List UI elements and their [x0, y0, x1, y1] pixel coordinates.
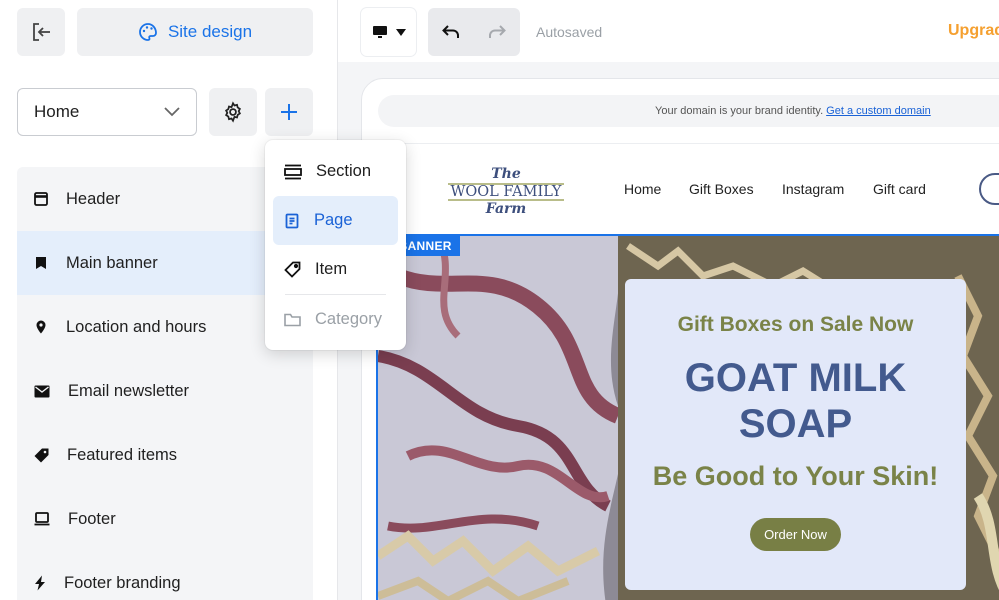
site-design-label: Site design [167, 22, 253, 41]
section-item-label: Footer [68, 509, 116, 528]
laptop-icon [34, 512, 50, 526]
chevron-down-icon [164, 107, 180, 117]
site-preview: Your domain is your brand identity. Get … [361, 78, 999, 600]
site-design-button[interactable]: Site design [77, 8, 313, 56]
caret-down-icon [395, 28, 406, 36]
site-logo[interactable]: The WOOL FAMILY Farm [446, 164, 566, 216]
nav-cart-button[interactable] [979, 173, 999, 205]
section-item-footer-branding[interactable]: Footer branding [17, 551, 313, 600]
section-item-label: Footer branding [64, 573, 181, 592]
palette-icon [139, 23, 157, 41]
order-now-button[interactable]: Order Now [750, 518, 841, 551]
banner-card: Gift Boxes on Sale Now GOAT MILK SOAP Be… [625, 279, 966, 590]
gear-icon [224, 101, 242, 123]
banner-title-line2: SOAP [738, 402, 853, 446]
custom-domain-link[interactable]: Get a custom domain [826, 105, 931, 117]
undo-icon[interactable] [442, 25, 460, 39]
bolt-icon [35, 575, 45, 591]
page-icon [285, 213, 299, 228]
bookmark-icon [36, 257, 46, 269]
section-item-label: Header [66, 189, 121, 208]
svg-text:WOOL FAMILY: WOOL FAMILY [450, 184, 561, 200]
site-header[interactable]: The WOOL FAMILY Farm Home Gift Boxes Ins… [362, 143, 999, 235]
section-item-footer[interactable]: Footer [17, 487, 313, 551]
redo-icon[interactable] [488, 25, 506, 39]
autosave-status: Autosaved [536, 24, 603, 40]
add-dropdown-menu: Section Page Item Category [265, 140, 406, 350]
folder-icon [284, 313, 301, 326]
banner-title-line1: GOAT MILK [684, 356, 907, 400]
main-banner[interactable]: N BANNER Gift Boxes on Sale Now GOAT MIL… [376, 234, 999, 600]
add-button[interactable] [265, 88, 313, 136]
page-settings-button[interactable] [209, 88, 257, 136]
location-pin-icon [36, 320, 46, 334]
banner-title: GOAT MILK SOAP [625, 355, 966, 447]
menu-item-label: Section [316, 162, 372, 180]
plus-icon [281, 104, 297, 120]
section-item-label: Featured items [67, 445, 178, 464]
tag-icon [34, 448, 49, 462]
menu-item-label: Page [314, 211, 353, 229]
section-item-label: Email newsletter [68, 381, 190, 400]
page-select-value: Home [34, 102, 80, 121]
nav-home[interactable]: Home [624, 181, 661, 197]
envelope-icon [34, 385, 50, 397]
menu-item-label: Item [315, 260, 348, 278]
nav-gift-boxes[interactable]: Gift Boxes [689, 181, 754, 197]
svg-text:The: The [491, 166, 521, 182]
section-icon [284, 164, 302, 179]
menu-item-category: Category [273, 295, 398, 344]
banner-pretitle: Gift Boxes on Sale Now [677, 313, 914, 336]
menu-item-page[interactable]: Page [273, 196, 398, 245]
desktop-icon [372, 26, 387, 38]
section-item-label: Location and hours [66, 317, 207, 336]
section-item-featured-items[interactable]: Featured items [17, 423, 313, 487]
menu-item-label: Category [315, 310, 382, 328]
section-item-email-newsletter[interactable]: Email newsletter [17, 359, 313, 423]
menu-item-item[interactable]: Item [273, 245, 398, 294]
domain-banner: Your domain is your brand identity. Get … [378, 95, 999, 127]
page-select[interactable]: Home [17, 88, 197, 136]
header-icon [34, 192, 48, 206]
svg-text:Farm: Farm [485, 201, 526, 216]
device-preview-button[interactable] [361, 8, 416, 56]
undo-redo-group [428, 8, 520, 56]
tag-icon [284, 261, 301, 278]
nav-gift-card[interactable]: Gift card [873, 181, 926, 197]
section-item-label: Main banner [66, 253, 158, 272]
nav-instagram[interactable]: Instagram [782, 181, 844, 197]
domain-text: Your domain is your brand identity. [655, 105, 824, 117]
exit-button[interactable] [17, 8, 65, 56]
banner-subtitle: Be Good to Your Skin! [652, 461, 939, 491]
upgrade-link[interactable]: Upgrad [948, 22, 999, 40]
exit-icon [33, 23, 50, 41]
menu-item-section[interactable]: Section [273, 147, 398, 196]
